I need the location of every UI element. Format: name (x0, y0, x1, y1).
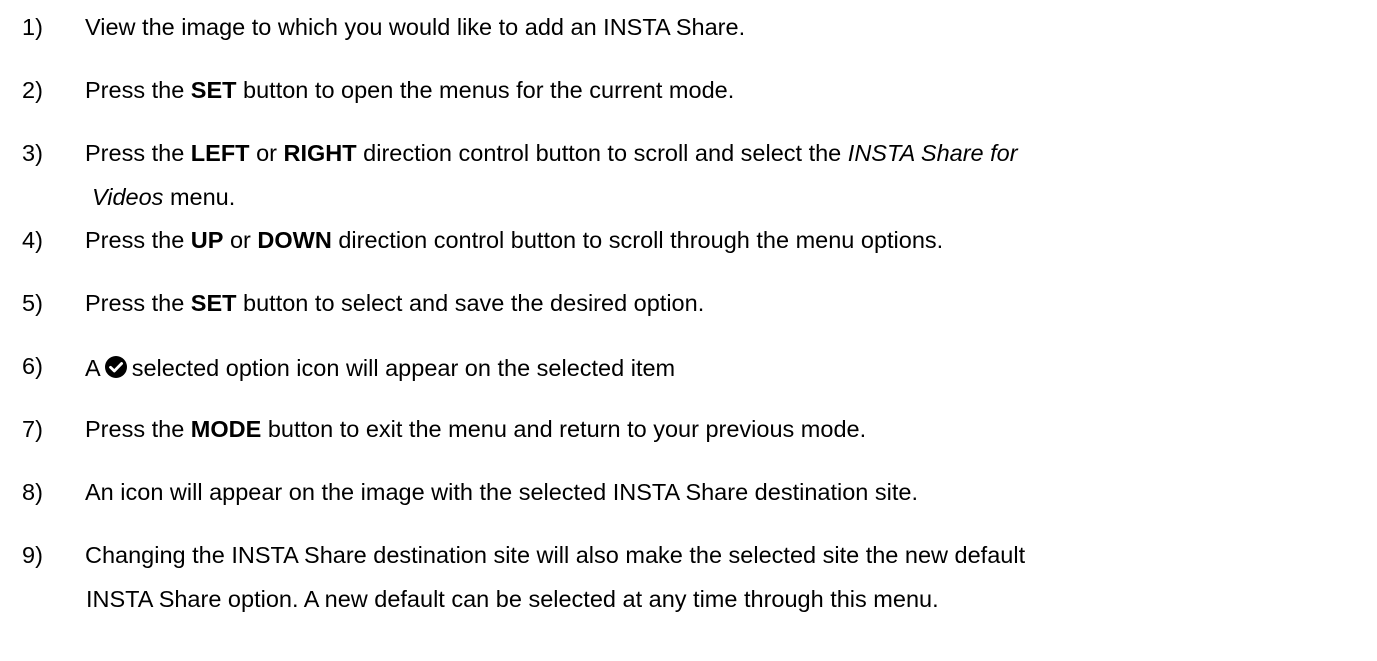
step-text: An icon will appear on the image with th… (85, 479, 918, 505)
step-text-line: Press the LEFT or RIGHT direction contro… (85, 140, 1018, 166)
step-text-line: Press the SET button to select and save … (85, 290, 705, 316)
step-text: direction control button to scroll and s… (356, 140, 848, 166)
step-number: 9) (22, 542, 43, 568)
step-number: 3) (22, 140, 43, 166)
step-text: button to open the menus for the current… (236, 77, 735, 103)
step-text: INSTA Share option. A new default can be… (86, 586, 939, 612)
step-number: 5) (22, 290, 43, 316)
check-circle-icon (104, 355, 128, 379)
step-text-line: Press the UP or DOWN direction control b… (85, 227, 944, 253)
step-text-line: Aselected option icon will appear on the… (85, 355, 675, 381)
step-text: Press the (85, 290, 191, 316)
button-name-bold: DOWN (257, 227, 332, 253)
step-text: A (85, 355, 101, 381)
step-text-line: Changing the INSTA Share destination sit… (85, 542, 1026, 568)
button-name-bold: LEFT (190, 140, 250, 166)
button-name-bold: UP (190, 227, 224, 253)
step-text: Changing the INSTA Share destination sit… (85, 542, 1026, 568)
step-number: 8) (22, 479, 43, 505)
step-number: 4) (22, 227, 43, 253)
step-number: 7) (22, 416, 43, 442)
button-name-bold: RIGHT (283, 140, 357, 166)
step-text: or (223, 227, 258, 253)
step-text-line: View the image to which you would like t… (85, 14, 746, 40)
step-number: 2) (22, 77, 43, 103)
step-text: selected option icon will appear on the … (131, 355, 676, 381)
step-text: Press the (85, 140, 191, 166)
step-number: 1) (22, 14, 43, 40)
step-text-line: Press the MODE button to exit the menu a… (85, 416, 867, 442)
button-name-bold: SET (190, 290, 237, 316)
step-text-continuation: Videos menu. (92, 184, 236, 210)
button-name-bold: MODE (190, 416, 262, 442)
step-text-continuation: INSTA Share option. A new default can be… (86, 586, 939, 612)
step-number: 6) (22, 353, 43, 379)
step-text: or (249, 140, 284, 166)
button-name-bold: SET (190, 77, 237, 103)
step-text-line: An icon will appear on the image with th… (85, 479, 918, 505)
step-text: direction control button to scroll throu… (331, 227, 944, 253)
step-text: Press the (85, 227, 191, 253)
step-text: Press the (85, 416, 191, 442)
menu-name-italic: INSTA Share for (847, 140, 1018, 166)
step-text: View the image to which you would like t… (85, 14, 746, 40)
menu-name-italic: Videos (92, 184, 164, 210)
step-text: button to exit the menu and return to yo… (261, 416, 867, 442)
step-text: button to select and save the desired op… (236, 290, 705, 316)
step-text: menu. (163, 184, 236, 210)
step-text-line: Press the SET button to open the menus f… (85, 77, 735, 103)
step-text: Press the (85, 77, 191, 103)
